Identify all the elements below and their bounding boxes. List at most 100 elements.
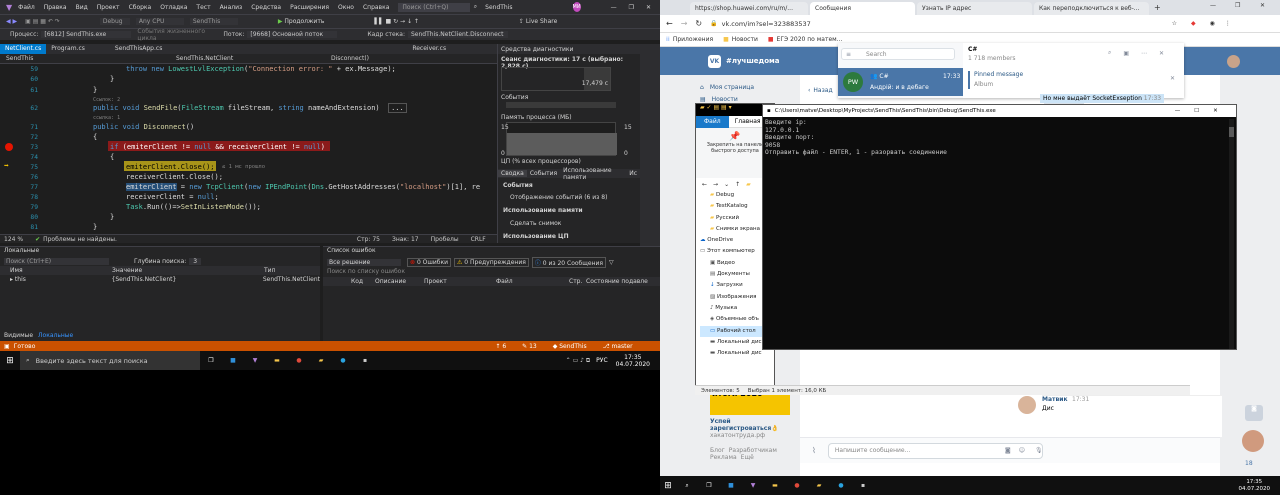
vk-brand[interactable]: #лучшедома	[726, 57, 779, 65]
ribbon-file[interactable]: Файл	[696, 115, 729, 128]
col-line[interactable]: Стр.	[569, 278, 586, 285]
browser-maximize-icon[interactable]: ❐	[1235, 2, 1240, 9]
diag-tab-summary[interactable]: Сводка	[498, 170, 527, 177]
footer-ads[interactable]: Реклама	[710, 454, 737, 461]
toolbar-icons[interactable]: ▣ ▤ ▦ ↶ ↷	[25, 18, 60, 25]
menu-window[interactable]: Окно	[338, 4, 354, 11]
menu-file[interactable]: Файл	[18, 4, 35, 11]
col-code[interactable]: Код	[351, 278, 375, 285]
camera-icon[interactable]: ◙	[1005, 447, 1011, 454]
errors-filter[interactable]: ⊗ 0 Ошибки	[407, 257, 451, 267]
star-icon[interactable]: ☆	[1172, 20, 1177, 27]
browser-tab-messages[interactable]: Сообщения	[810, 2, 915, 15]
continue-button[interactable]: ▶ Продолжить	[278, 18, 325, 25]
app-icon-vs[interactable]: ■	[222, 357, 244, 364]
call-icon[interactable]: ⌕	[1108, 49, 1111, 57]
line-endings[interactable]: CRLF	[471, 236, 486, 243]
author-avatar[interactable]	[1018, 396, 1036, 414]
app-icon-chrome-r[interactable]: ●	[786, 482, 808, 489]
codelens-refs[interactable]: ссылка: 1	[93, 115, 120, 121]
tray-clock-right[interactable]: 17:35 04.07.2020	[1239, 479, 1271, 493]
extension-icon[interactable]: ◆	[1191, 20, 1196, 27]
errors-scope-select[interactable]: Все решение	[327, 258, 401, 266]
vs-logo-icon[interactable]: ▼	[6, 3, 12, 12]
browser-tab-huawei[interactable]: https://shop.huawei.com/ru/m/...	[690, 2, 808, 15]
codelens-refs[interactable]: Ссылок: 2	[93, 97, 120, 103]
zoom-level[interactable]: 124 %	[4, 236, 23, 243]
diag-tab-memory[interactable]: Использование памяти	[560, 167, 626, 181]
ribbon-home[interactable]: Главная	[729, 118, 767, 125]
menu-tools[interactable]: Средства	[251, 4, 281, 11]
col-value[interactable]: Значение	[112, 267, 264, 274]
app-icon-telegram[interactable]: ●	[332, 357, 354, 364]
project-select[interactable]: SendThis	[189, 18, 238, 25]
platform-select[interactable]: Any CPU	[135, 18, 184, 25]
vk-user-avatar[interactable]	[1227, 54, 1240, 68]
col-name[interactable]: Имя	[10, 267, 112, 274]
console-output[interactable]: Введите ip: 127.0.0.1 Введите порт: 9058…	[763, 117, 1236, 159]
vk-ad-block[interactable]: итоги 2020 Успей зарегистроваться👌 хакат…	[710, 385, 790, 475]
menu-debug[interactable]: Отладка	[160, 4, 187, 11]
search-icon-right[interactable]: ⌕	[676, 482, 698, 490]
nav-up-icon[interactable]: ↑	[735, 181, 740, 188]
nav-back-icon[interactable]: ←	[702, 181, 707, 188]
console-maximize-icon[interactable]: ☐	[1194, 108, 1199, 114]
col-file[interactable]: Файл	[496, 278, 569, 285]
console-scrollbar[interactable]	[1229, 119, 1234, 349]
new-tab-icon[interactable]: +	[1154, 3, 1161, 12]
app-icon-vs2[interactable]: ▼	[244, 357, 266, 364]
expand-icon[interactable]: ▣	[1123, 50, 1129, 57]
menu-project[interactable]: Проект	[97, 4, 120, 11]
close-icon[interactable]: ✕	[646, 4, 651, 11]
emoji-icon[interactable]: ☺	[1019, 447, 1025, 454]
pinned-close-icon[interactable]: ✕	[1170, 75, 1175, 82]
footer-dev[interactable]: Разработчикам	[729, 447, 777, 454]
back-icon[interactable]: ◀ ▶	[6, 18, 17, 25]
back-link[interactable]: ‹ Назад	[808, 87, 833, 94]
diag-tab-events[interactable]: События	[527, 170, 560, 177]
tab-visible[interactable]: Видимые	[4, 332, 33, 339]
bookmark-exam[interactable]: ЕГЭ 2020 по матем...	[777, 36, 843, 43]
browser-tab-reconnect[interactable]: Как переподключиться к веб-...	[1034, 2, 1149, 15]
filter-icon[interactable]: ▽	[609, 259, 614, 266]
start-icon[interactable]: ⊞	[0, 356, 20, 366]
process-select[interactable]: [6812] SendThis.exe	[41, 31, 132, 38]
hamburger-icon[interactable]: ≡	[846, 51, 851, 58]
taskbar-search[interactable]: ⌕ Введите здесь текст для поиска	[20, 351, 200, 370]
bookmark-apps[interactable]: Приложения	[673, 36, 713, 43]
maximize-icon[interactable]: ❐	[629, 4, 634, 11]
no-problems-label[interactable]: Проблемы не найдены.	[43, 236, 117, 243]
pinned-title[interactable]: Pinned message	[974, 71, 1023, 78]
col-description[interactable]: Описание	[375, 278, 424, 285]
app-icon-vs2-r[interactable]: ▼	[742, 482, 764, 489]
footer-blog[interactable]: Блог	[710, 447, 725, 454]
thread-select[interactable]: [9668] Основной поток	[247, 31, 338, 38]
liveshare-button[interactable]: ⇪ Live Share	[519, 18, 557, 25]
apps-icon[interactable]: ⁞⁞	[666, 36, 670, 43]
app-icon-explorer-r[interactable]: ▬	[764, 482, 786, 489]
message-item[interactable]: Матвик 17:31 Дис	[1018, 395, 1222, 437]
app-icon-folder[interactable]: ▰	[310, 357, 332, 364]
browser-close-icon[interactable]: ✕	[1260, 2, 1265, 9]
screenshot-icon[interactable]: ◙	[1245, 405, 1263, 421]
messages-filter[interactable]: ⓘ 0 из 20 Сообщения	[531, 256, 607, 268]
app-icon-terminal-r[interactable]: ▪	[852, 482, 874, 489]
account-avatar[interactable]: МИ	[572, 2, 581, 12]
task-view-icon[interactable]: ❐	[200, 357, 222, 364]
app-icon-chrome[interactable]: ●	[288, 357, 310, 364]
errors-search[interactable]: Поиск по списку ошибок	[323, 268, 660, 277]
crumb-member[interactable]: Disconnect()	[331, 55, 369, 62]
tab-netclient[interactable]: NetClient.cs	[0, 44, 47, 54]
chat-close-icon[interactable]: ✕	[1159, 50, 1164, 57]
locals-depth-select[interactable]: 3	[189, 257, 202, 265]
menu-edit[interactable]: Правка	[44, 4, 67, 11]
col-type[interactable]: Тип	[264, 267, 276, 274]
forward-icon[interactable]: →	[681, 19, 688, 28]
table-row[interactable]: ▸ this {SendThis.NetClient} SendThis.Net…	[0, 275, 320, 284]
status-edit-icon[interactable]: ✎ 13	[522, 343, 537, 350]
ad-link[interactable]: Успей зарегистроваться👌	[710, 418, 790, 432]
console-close-icon[interactable]: ✕	[1213, 108, 1218, 114]
vs-search-box[interactable]: Поиск (Ctrl+Q)	[398, 2, 470, 12]
status-branch[interactable]: ⎇ master	[603, 343, 633, 350]
nav-forward-icon[interactable]: →	[713, 181, 718, 188]
